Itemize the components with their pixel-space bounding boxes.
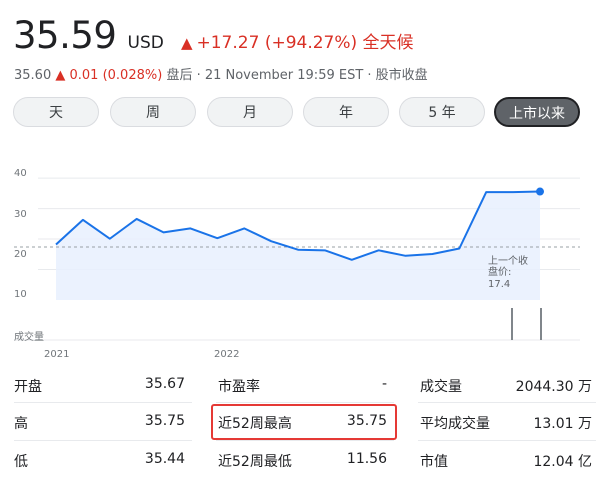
tab-week[interactable]: 周 (110, 97, 196, 127)
stat-value-52w-low: 11.56 (346, 451, 387, 467)
divider (418, 440, 596, 441)
tab-month[interactable]: 月 (207, 97, 293, 127)
tab-year[interactable]: 年 (303, 97, 389, 127)
tab-since-ipo[interactable]: 上市以来 (494, 97, 580, 127)
prev-close-label: 上一个收 (488, 254, 528, 267)
stat-value-market-cap: 12.04 亿 (533, 454, 592, 470)
stat-value-open: 35.67 (144, 376, 185, 392)
stat-value-low: 35.44 (144, 451, 185, 467)
volume-label: 成交量 (14, 330, 44, 343)
y-tick-label: 20 (14, 249, 27, 260)
divider (14, 440, 192, 441)
tab-day[interactable]: 天 (13, 97, 99, 127)
after-hours-label: 盘后 · 21 November 19:59 EST · 股市收盘 (166, 68, 428, 83)
stat-label-low: 低 (14, 454, 28, 470)
divider (14, 402, 192, 403)
stat-value-high: 35.75 (144, 413, 185, 429)
y-tick-label: 40 (14, 168, 27, 179)
stat-label-volume: 成交量 (420, 379, 462, 395)
stat-label-52w-low: 近52周最低 (218, 454, 292, 470)
range-tabs: 天 周 月 年 5 年 上市以来 (13, 97, 595, 129)
divider (216, 402, 394, 403)
stat-label-avg-volume: 平均成交量 (420, 416, 490, 432)
after-hours-up-arrow-icon: ▲ (55, 68, 66, 83)
x-tick-label: 2022 (214, 349, 239, 360)
prev-close-value: 17.4 (488, 279, 510, 290)
y-tick-label: 30 (14, 209, 27, 220)
price-chart[interactable]: 40 30 20 10 成交量2021 2022 上一个收盘价:17.4 (0, 160, 609, 360)
x-tick-label: 2021 (44, 349, 69, 360)
up-arrow-icon: ▲ (180, 34, 193, 52)
divider (418, 402, 596, 403)
current-price: 35.59 (13, 14, 117, 57)
highlight-box-52w-high (211, 404, 397, 440)
currency-label: USD (127, 33, 164, 53)
y-tick-label: 10 (14, 289, 27, 300)
after-hours-price: 35.60 (14, 68, 52, 83)
stat-value-avg-volume: 13.01 万 (533, 416, 592, 432)
price-header: 35.59 USD ▲ +17.27 (+94.27%) 全天候 (13, 14, 414, 58)
stat-value-volume: 2044.30 万 (515, 379, 592, 395)
price-change-text: +17.27 (+94.27%) 全天候 (196, 33, 414, 53)
price-area-fill (56, 191, 540, 300)
stat-label-open: 开盘 (14, 379, 42, 395)
stat-label-pe: 市盈率 (218, 379, 260, 395)
after-hours-change: 0.01 (0.028%) (69, 68, 163, 83)
prev-close-label: 盘价: (488, 265, 511, 278)
stat-value-pe: - (381, 376, 387, 392)
stat-label-market-cap: 市值 (420, 454, 448, 470)
stat-label-high: 高 (14, 416, 28, 432)
after-hours-row: 35.60 ▲ 0.01 (0.028%) 盘后 · 21 November 1… (14, 64, 428, 83)
current-price-dot (536, 187, 544, 196)
divider (216, 440, 394, 441)
tab-5-year[interactable]: 5 年 (399, 97, 485, 127)
price-change: ▲ +17.27 (+94.27%) 全天候 (181, 33, 414, 53)
